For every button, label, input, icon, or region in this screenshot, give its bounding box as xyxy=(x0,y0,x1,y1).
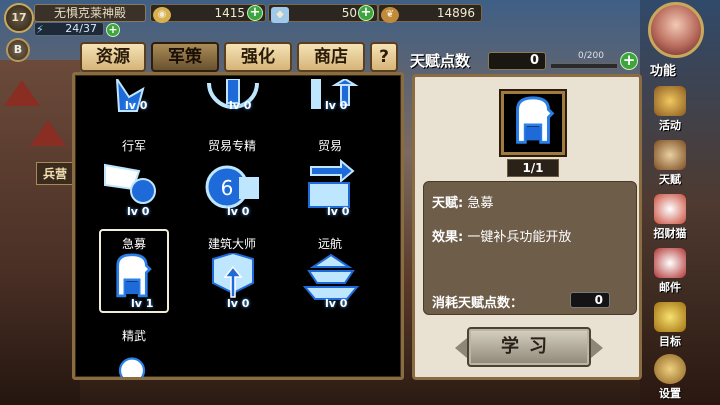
skill-tree-panel[interactable]: lv 0 行军 lv 0 贸易专精 lv 0 贸易 lv 0 6 lv 0 lv… xyxy=(72,72,404,380)
lucky-cat-icon xyxy=(654,194,686,224)
talent-name-label: 天赋: xyxy=(432,196,464,211)
skill-label: 精武 xyxy=(121,329,146,343)
talent-effect-value: 一键补兵功能开放 xyxy=(467,230,572,245)
sidebar-item-settings[interactable]: 设置 xyxy=(650,354,690,402)
food-value: 14896 xyxy=(436,6,475,20)
learn-button[interactable]: 学习 xyxy=(455,327,603,367)
roof-shape xyxy=(4,80,40,106)
hero-avatar[interactable] xyxy=(648,2,704,58)
gem-value: 50 xyxy=(341,6,357,20)
sidebar-item-mail[interactable]: 邮件 xyxy=(650,248,690,296)
trophy-icon xyxy=(654,86,686,116)
add-gold-button[interactable]: + xyxy=(247,5,263,21)
talent-progress-bar xyxy=(550,63,618,69)
skill-label: 建筑大师 xyxy=(207,237,256,251)
sidebar-item-label: 邮件 xyxy=(659,281,681,294)
add-talent-points-button[interactable]: + xyxy=(620,52,638,70)
sidebar-item-events[interactable]: 活动 xyxy=(650,86,690,134)
skill-label: 贸易 xyxy=(317,139,342,153)
gold-value: 1415 xyxy=(214,6,245,20)
add-gems-button[interactable]: + xyxy=(358,5,374,21)
skill-level: lv 0 xyxy=(125,99,148,112)
talent-name-line: 天赋: 急募 xyxy=(432,192,493,211)
food-bar: ❦ 14896 xyxy=(378,4,482,23)
recruit-skill-icon[interactable] xyxy=(105,253,159,303)
talent-points-cap: 0/200 xyxy=(578,51,604,61)
vip-bubble-icon[interactable]: B xyxy=(6,38,30,62)
svg-text:6: 6 xyxy=(221,176,234,200)
sidebar-item-label: 目标 xyxy=(659,335,681,348)
skill-level: lv 0 xyxy=(327,205,350,218)
skill-level: lv 0 xyxy=(227,297,250,310)
function-menu-label[interactable]: 功能 xyxy=(650,60,690,79)
player-level-badge[interactable]: 17 xyxy=(4,3,34,33)
skill-level: lv 0 xyxy=(325,99,348,112)
talent-info-box: 天赋: 急募 效果: 一键补兵功能开放 消耗天赋点数： 0 xyxy=(423,181,637,315)
talent-points-label: 天赋点数 xyxy=(410,52,471,70)
mail-icon xyxy=(654,248,686,278)
sidebar-item-lucky-cat[interactable]: 招财猫 xyxy=(650,194,690,242)
martial-skill-icon[interactable] xyxy=(109,351,155,377)
tab-enhance[interactable]: 强化 xyxy=(224,42,292,72)
sidebar-item-label: 活动 xyxy=(659,119,681,132)
skill-label: 贸易专精 xyxy=(207,139,256,153)
lightning-icon: ⚡ xyxy=(36,23,44,36)
energy-value: 24/37 xyxy=(65,22,97,35)
skill-level-ratio: 1/1 xyxy=(507,159,559,177)
sidebar-item-label: 天赋 xyxy=(659,173,681,186)
skill-level: lv 1 xyxy=(131,297,154,310)
gem-icon: ◆ xyxy=(271,7,289,23)
talent-effect-label: 效果: xyxy=(432,230,464,245)
recruit-large-icon xyxy=(501,91,565,155)
help-button[interactable]: ? xyxy=(370,42,398,72)
city-name-bar: 无惧克莱神殿 xyxy=(34,4,146,22)
talent-effect-line: 效果: 一键补兵功能开放 xyxy=(432,226,571,245)
talent-cost-value: 0 xyxy=(570,292,610,308)
tab-strategy[interactable]: 军策 xyxy=(151,42,219,72)
sidebar-item-goals[interactable]: 目标 xyxy=(650,302,690,350)
skill-level: lv 0 xyxy=(325,297,348,310)
skill-level: lv 0 xyxy=(227,205,250,218)
talent-detail-panel: 1/1 天赋: 急募 效果: 一键补兵功能开放 消耗天赋点数： 0 学习 xyxy=(412,74,642,380)
gold-coin-icon: ◉ xyxy=(153,7,171,23)
tab-resources[interactable]: 资源 xyxy=(80,42,146,72)
sidebar-item-label: 设置 xyxy=(659,387,681,400)
skill-label: 行军 xyxy=(121,139,146,153)
barracks-sign: 兵营 xyxy=(36,162,75,185)
talent-points-value: 0 xyxy=(488,52,546,70)
wheat-icon: ❦ xyxy=(381,7,399,23)
chest-icon xyxy=(654,302,686,332)
energy-bar: 24/37 xyxy=(34,22,104,36)
town-background xyxy=(0,60,80,405)
gear-icon xyxy=(654,354,686,384)
tab-shop[interactable]: 商店 xyxy=(297,42,365,72)
add-energy-button[interactable]: + xyxy=(106,23,120,37)
sidebar-item-label: 招财猫 xyxy=(653,227,687,240)
crossed-swords-icon xyxy=(654,140,686,170)
skill-level: lv 0 xyxy=(127,205,150,218)
skill-level: lv 0 xyxy=(229,99,252,112)
sidebar-item-talent[interactable]: 天赋 xyxy=(650,140,690,188)
skill-label: 急募 xyxy=(121,237,146,251)
talent-cost-label: 消耗天赋点数： xyxy=(432,296,524,311)
talent-name-value: 急募 xyxy=(467,196,494,211)
roof-shape xyxy=(30,120,66,146)
skill-label: 远航 xyxy=(317,237,342,251)
